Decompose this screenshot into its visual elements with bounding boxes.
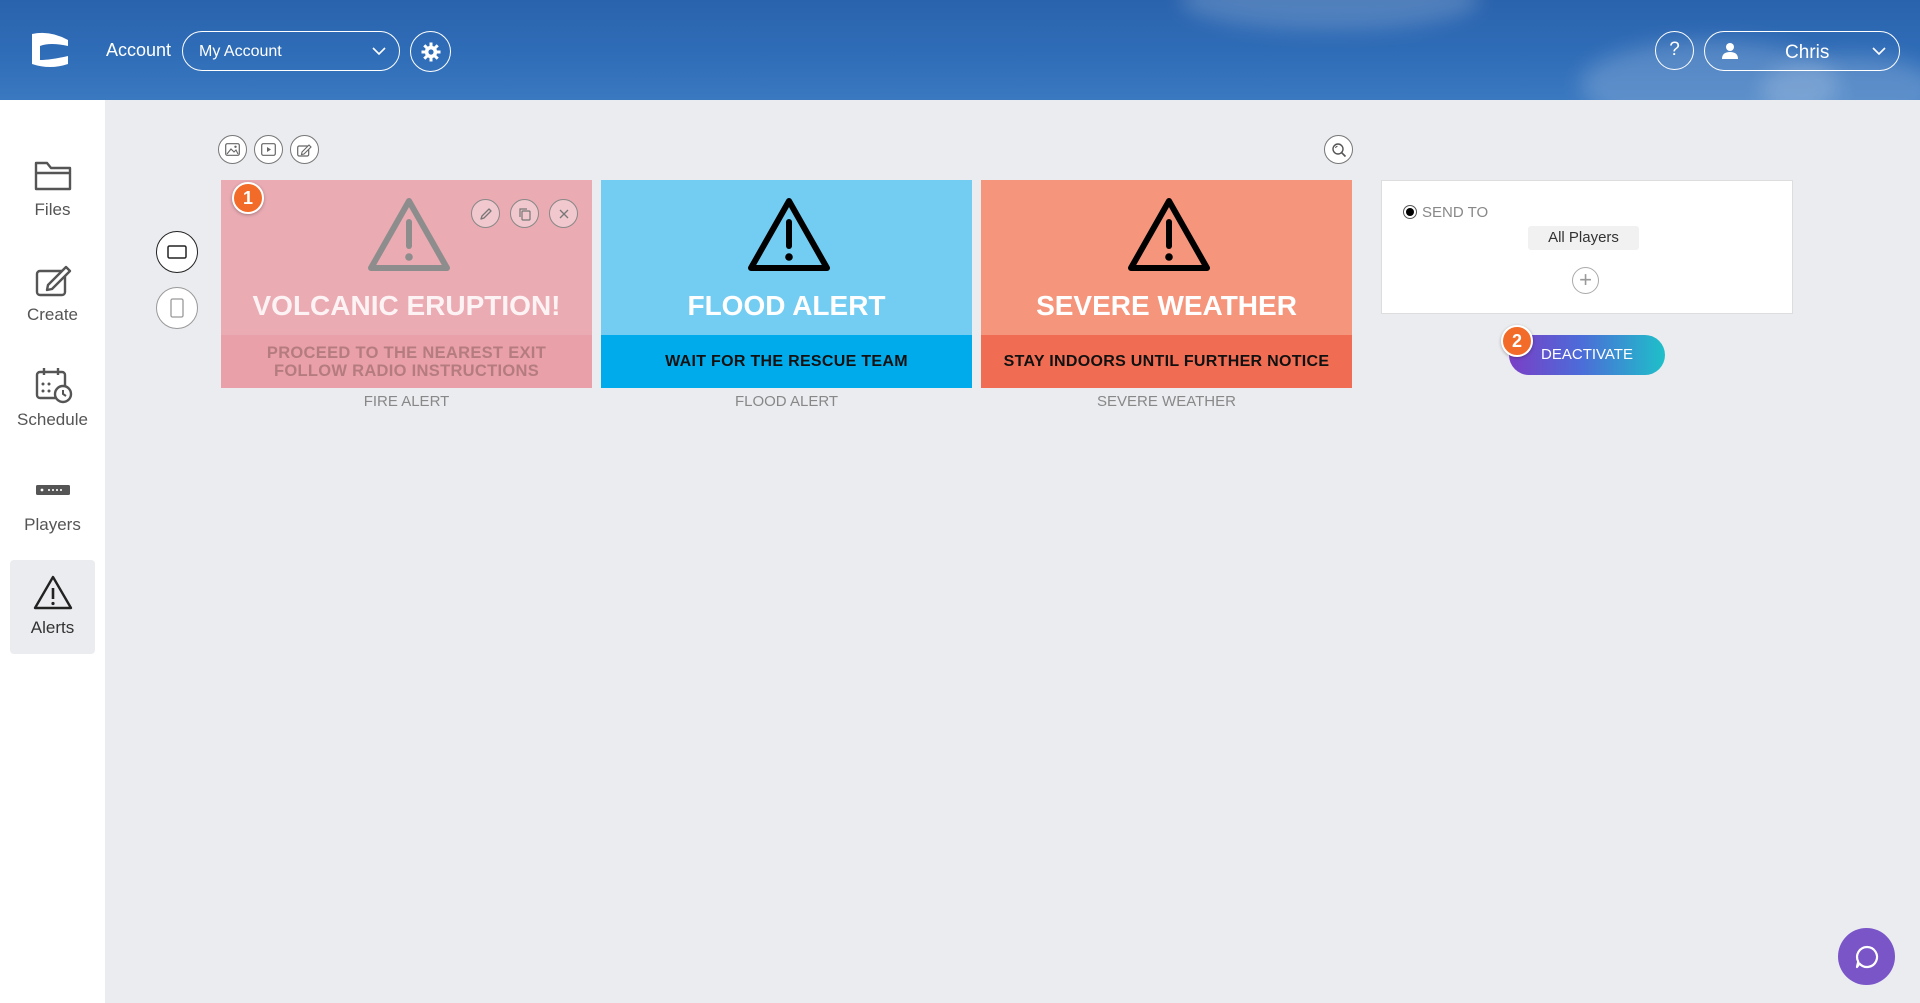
recipient-chip[interactable]: All Players: [1528, 226, 1639, 250]
sidebar-item-create[interactable]: Create: [10, 247, 95, 341]
gear-icon: [421, 42, 440, 61]
card-message: STAY INDOORS UNTIL FURTHER NOTICE: [981, 335, 1352, 388]
card-caption: FIRE ALERT: [363, 393, 450, 410]
portrait-orientation-button[interactable]: [156, 287, 198, 329]
account-label: Account: [106, 40, 172, 60]
sidebar-item-label: Alerts: [30, 618, 75, 637]
send-to-panel: SEND TO All Players +: [1381, 180, 1793, 314]
sidebar-item-alerts[interactable]: Alerts: [10, 560, 95, 654]
card-message: WAIT FOR THE RESCUE TEAM: [601, 335, 972, 388]
add-recipient-button[interactable]: +: [1572, 267, 1599, 294]
send-to-radio[interactable]: [1403, 205, 1417, 219]
card-message: PROCEED TO THE NEAREST EXIT FOLLOW RADIO…: [221, 335, 592, 388]
step-badge-2: 2: [1501, 325, 1533, 357]
sidebar: Files Create Schedule Players Alerts: [0, 100, 105, 1003]
search-button[interactable]: [1324, 135, 1353, 164]
sidebar-item-players[interactable]: Players: [10, 457, 95, 551]
alert-card-severe-weather[interactable]: SEVERE WEATHER STAY INDOORS UNTIL FURTHE…: [981, 180, 1352, 388]
card-title: FLOOD ALERT: [687, 290, 886, 321]
chevron-down-icon: [372, 47, 386, 56]
close-icon: [559, 209, 568, 218]
top-bar: Account My Account ? Chris: [0, 0, 1920, 100]
landscape-icon: [167, 245, 187, 259]
delete-alert-button[interactable]: [549, 199, 578, 228]
user-name: Chris: [1785, 42, 1830, 63]
card-caption: FLOOD ALERT: [734, 393, 839, 410]
account-select[interactable]: My Account: [182, 31, 400, 71]
sidebar-item-label: Players: [24, 515, 81, 534]
pencil-icon: [479, 207, 492, 220]
sidebar-item-label: Create: [26, 305, 79, 324]
card-message-line: FOLLOW RADIO INSTRUCTIONS: [273, 361, 540, 380]
edit-alert-button[interactable]: [471, 199, 500, 228]
chat-bubble-icon: [1855, 945, 1878, 968]
search-icon: [1331, 142, 1346, 157]
card-title: SEVERE WEATHER: [1036, 290, 1297, 321]
chat-button[interactable]: [1838, 928, 1895, 985]
portrait-icon: [170, 298, 184, 318]
image-icon: [225, 143, 240, 156]
user-icon: [1722, 43, 1738, 59]
warning-icon: [748, 198, 830, 271]
add-image-button[interactable]: [218, 135, 247, 164]
step-badge-1: 1: [232, 182, 264, 214]
calendar-clock-icon: [35, 368, 72, 404]
duplicate-alert-button[interactable]: [510, 199, 539, 228]
card-title: VOLCANIC ERUPTION!: [252, 290, 561, 321]
user-menu-button[interactable]: Chris: [1704, 31, 1900, 71]
warning-icon: [33, 575, 72, 610]
player-device-icon: [35, 485, 70, 495]
video-icon: [261, 143, 276, 156]
card-message-line: PROCEED TO THE NEAREST EXIT: [266, 343, 547, 362]
add-video-button[interactable]: [254, 135, 283, 164]
send-to-label: SEND TO: [1422, 204, 1489, 221]
copy-icon: [518, 207, 531, 221]
edit-icon: [35, 265, 71, 297]
card-caption: SEVERE WEATHER: [1097, 393, 1236, 410]
warning-icon: [368, 198, 450, 271]
alert-card-flood[interactable]: FLOOD ALERT WAIT FOR THE RESCUE TEAM: [601, 180, 972, 388]
sidebar-item-label: Files: [34, 200, 71, 219]
edit-icon: [297, 143, 312, 157]
settings-button[interactable]: [410, 31, 451, 72]
account-select-value: My Account: [199, 43, 282, 60]
sidebar-item-label: Schedule: [17, 410, 88, 429]
app-logo[interactable]: [30, 32, 70, 68]
folder-icon: [34, 161, 71, 191]
card-top: FLOOD ALERT: [601, 180, 972, 335]
sidebar-item-schedule[interactable]: Schedule: [10, 352, 95, 446]
card-top: VOLCANIC ERUPTION!: [221, 180, 592, 335]
help-button[interactable]: ?: [1655, 31, 1694, 70]
warning-icon: [1128, 198, 1210, 271]
landscape-orientation-button[interactable]: [156, 231, 198, 273]
chevron-down-icon: [1872, 47, 1886, 56]
sidebar-item-files[interactable]: Files: [10, 142, 95, 236]
card-top: SEVERE WEATHER: [981, 180, 1352, 335]
add-design-button[interactable]: [290, 135, 319, 164]
